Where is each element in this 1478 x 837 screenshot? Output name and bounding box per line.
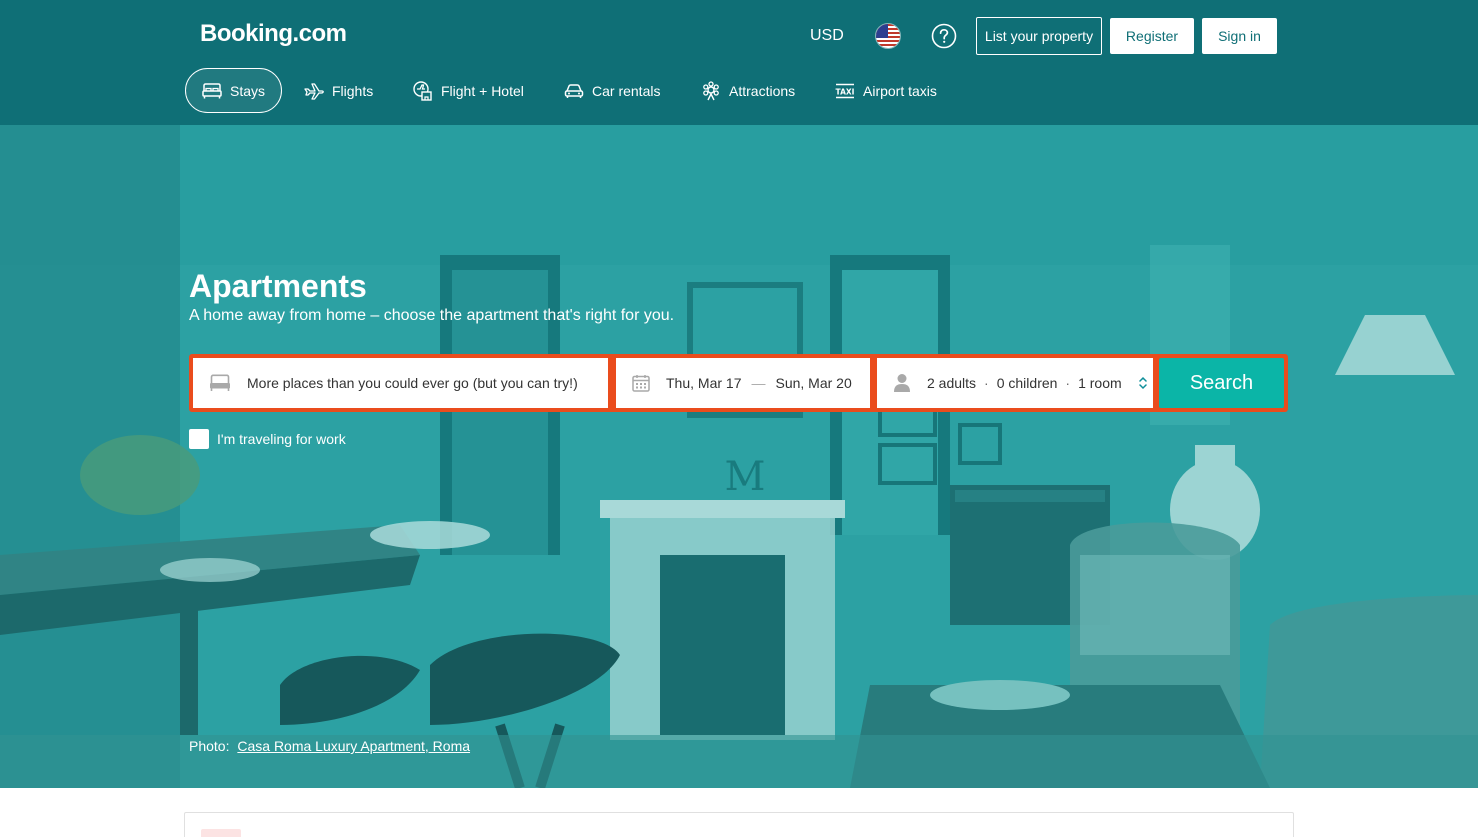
search-button[interactable]: Search bbox=[1159, 358, 1284, 408]
svg-text:TAXI: TAXI bbox=[836, 87, 855, 96]
nav-flight-hotel[interactable]: Flight + Hotel bbox=[397, 68, 540, 113]
work-travel-checkbox[interactable] bbox=[189, 429, 209, 449]
sign-in-button[interactable]: Sign in bbox=[1202, 18, 1277, 54]
content-card bbox=[184, 812, 1294, 837]
bed-icon bbox=[210, 374, 230, 391]
nav-label: Car rentals bbox=[592, 82, 661, 99]
nav-label: Attractions bbox=[729, 82, 796, 99]
person-icon bbox=[894, 374, 910, 392]
plane-icon bbox=[304, 82, 324, 100]
page-subtitle: A home away from home – choose the apart… bbox=[189, 307, 675, 324]
page-title: Apartments bbox=[189, 268, 367, 304]
guest-separator: · bbox=[984, 375, 989, 391]
work-travel-label: I'm traveling for work bbox=[217, 431, 346, 447]
taxi-icon: TAXI bbox=[836, 83, 855, 98]
check-out-date[interactable]: Sun, Mar 20 bbox=[775, 375, 851, 391]
nav-attractions[interactable]: Attractions bbox=[685, 68, 811, 113]
nav-label: Stays bbox=[230, 82, 266, 99]
rooms-count: 1 room bbox=[1078, 375, 1122, 391]
date-picker[interactable]: Thu, Mar 17 — Sun, Mar 20 bbox=[616, 358, 870, 408]
hero-section: M Apartments A home away from home – cho… bbox=[0, 125, 1478, 788]
guest-separator: · bbox=[1065, 375, 1071, 391]
register-button[interactable]: Register bbox=[1110, 18, 1194, 54]
list-property-button[interactable]: List your property bbox=[976, 17, 1102, 55]
nav-label: Airport taxis bbox=[863, 82, 937, 99]
nav-label: Flights bbox=[332, 82, 374, 99]
chevron-updown-icon bbox=[1138, 376, 1147, 390]
currency-selector[interactable]: USD bbox=[810, 26, 844, 46]
calendar-icon bbox=[632, 375, 650, 392]
destination-input[interactable]: More places than you could ever go (but … bbox=[193, 358, 608, 408]
nav-label: Flight + Hotel bbox=[441, 82, 524, 99]
bed-icon bbox=[202, 82, 222, 98]
flight-hotel-icon bbox=[413, 80, 432, 101]
adults-count: 2 adults bbox=[927, 375, 977, 391]
logo[interactable]: Booking.com bbox=[200, 20, 347, 48]
us-flag-icon[interactable] bbox=[875, 23, 901, 49]
nav-airport-taxis[interactable]: TAXI Airport taxis bbox=[819, 68, 953, 113]
check-in-date[interactable]: Thu, Mar 17 bbox=[666, 375, 741, 391]
photo-credit-prefix: Photo: bbox=[189, 738, 230, 754]
card-badge bbox=[201, 829, 241, 837]
nav-car-rentals[interactable]: Car rentals bbox=[548, 68, 676, 113]
car-icon bbox=[564, 83, 584, 98]
photo-credit-link[interactable]: Casa Roma Luxury Apartment, Roma bbox=[237, 738, 470, 754]
destination-placeholder: More places than you could ever go (but … bbox=[247, 375, 578, 391]
nav-stays[interactable]: Stays bbox=[185, 68, 283, 113]
help-icon[interactable] bbox=[931, 23, 957, 49]
hero-background-photo: M bbox=[0, 125, 1478, 788]
date-separator: — bbox=[751, 375, 766, 391]
attractions-icon bbox=[703, 80, 719, 100]
photo-credit: Photo: Casa Roma Luxury Apartment, Roma bbox=[189, 738, 470, 754]
nav-flights[interactable]: Flights bbox=[288, 68, 389, 113]
work-travel-option[interactable]: I'm traveling for work bbox=[189, 429, 346, 449]
top-header: Booking.com USD List your property Regis… bbox=[0, 0, 1478, 125]
search-bar: More places than you could ever go (but … bbox=[189, 354, 1288, 412]
children-count: 0 children bbox=[996, 375, 1058, 391]
guests-selector[interactable]: 2 adults · 0 children · 1 room bbox=[877, 358, 1153, 408]
